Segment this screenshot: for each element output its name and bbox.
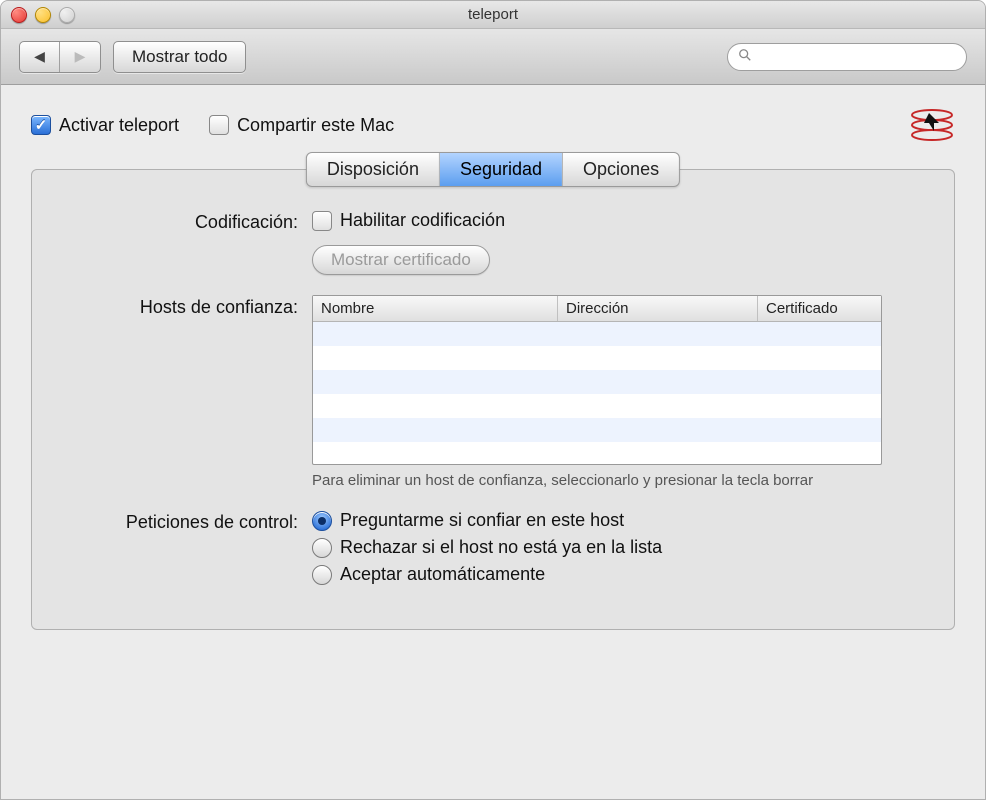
- radio-label: Preguntarme si confiar en este host: [340, 510, 624, 531]
- minimize-window-button[interactable]: [35, 7, 51, 23]
- trusted-hosts-row: Hosts de confianza: Nombre Dirección Cer…: [62, 295, 924, 491]
- radio-label: Aceptar automáticamente: [340, 564, 545, 585]
- trusted-hosts-label: Hosts de confianza:: [62, 295, 312, 318]
- search-field[interactable]: [727, 43, 967, 71]
- share-mac-label: Compartir este Mac: [237, 115, 394, 136]
- triangle-right-icon: ▶: [75, 48, 86, 65]
- back-button[interactable]: ◀: [20, 42, 60, 72]
- radio-reject-unknown[interactable]: Rechazar si el host no está ya en la lis…: [312, 537, 924, 558]
- radio-dot: [312, 538, 332, 558]
- nav-buttons: ◀ ▶: [19, 41, 101, 73]
- column-address[interactable]: Dirección: [558, 296, 758, 321]
- radio-dot: [312, 511, 332, 531]
- encoding-row: Codificación: Habilitar codificación Mos…: [62, 210, 924, 275]
- titlebar: teleport: [1, 1, 985, 29]
- activate-teleport-label: Activar teleport: [59, 115, 179, 136]
- table-row[interactable]: [313, 418, 881, 442]
- tab-label: Opciones: [583, 159, 659, 179]
- tab-security[interactable]: Seguridad: [440, 153, 563, 186]
- radio-ask-trust[interactable]: Preguntarme si confiar en este host: [312, 510, 924, 531]
- show-certificate-button[interactable]: Mostrar certificado: [312, 245, 490, 275]
- triangle-left-icon: ◀: [34, 48, 45, 65]
- show-certificate-label: Mostrar certificado: [331, 250, 471, 269]
- tab-options[interactable]: Opciones: [563, 153, 679, 186]
- search-icon: [738, 48, 752, 65]
- share-mac-checkbox[interactable]: Compartir este Mac: [209, 115, 394, 136]
- tab-panel: Disposición Seguridad Opciones Codificac…: [31, 169, 955, 630]
- top-options-row: Activar teleport Compartir este Mac: [31, 105, 955, 145]
- table-body: [313, 322, 881, 466]
- control-requests-radio-group: Preguntarme si confiar en este host Rech…: [312, 510, 924, 585]
- table-header: Nombre Dirección Certificado: [313, 296, 881, 322]
- radio-dot: [312, 565, 332, 585]
- table-row[interactable]: [313, 346, 881, 370]
- zoom-window-button[interactable]: [59, 7, 75, 23]
- table-row[interactable]: [313, 370, 881, 394]
- table-row[interactable]: [313, 442, 881, 466]
- column-certificate[interactable]: Certificado: [758, 296, 881, 321]
- show-all-button[interactable]: Mostrar todo: [113, 41, 246, 73]
- window-title: teleport: [468, 6, 518, 23]
- radio-label: Rechazar si el host no está ya en la lis…: [340, 537, 662, 558]
- show-all-label: Mostrar todo: [132, 47, 227, 66]
- enable-encoding-label: Habilitar codificación: [340, 210, 505, 231]
- activate-teleport-checkbox[interactable]: Activar teleport: [31, 115, 179, 136]
- search-input[interactable]: [756, 49, 956, 65]
- checkbox-box: [31, 115, 51, 135]
- preferences-window: teleport ◀ ▶ Mostrar todo Activar telepo…: [0, 0, 986, 800]
- checkbox-box: [312, 211, 332, 231]
- trusted-hosts-hint: Para eliminar un host de confianza, sele…: [312, 471, 882, 491]
- close-window-button[interactable]: [11, 7, 27, 23]
- tab-label: Disposición: [327, 159, 419, 179]
- radio-accept-auto[interactable]: Aceptar automáticamente: [312, 564, 924, 585]
- toolbar: ◀ ▶ Mostrar todo: [1, 29, 985, 85]
- tab-layout[interactable]: Disposición: [307, 153, 440, 186]
- content-area: Activar teleport Compartir este Mac Disp…: [1, 85, 985, 799]
- table-row[interactable]: [313, 322, 881, 346]
- encoding-label: Codificación:: [62, 210, 312, 233]
- forward-button[interactable]: ▶: [60, 42, 100, 72]
- tab-bar: Disposición Seguridad Opciones: [306, 152, 680, 187]
- window-controls: [11, 7, 75, 23]
- tab-label: Seguridad: [460, 159, 542, 179]
- trusted-hosts-table[interactable]: Nombre Dirección Certificado: [312, 295, 882, 465]
- table-row[interactable]: [313, 394, 881, 418]
- control-requests-row: Peticiones de control: Preguntarme si co…: [62, 510, 924, 585]
- checkbox-box: [209, 115, 229, 135]
- enable-encoding-checkbox[interactable]: Habilitar codificación: [312, 210, 505, 231]
- column-name[interactable]: Nombre: [313, 296, 558, 321]
- teleport-logo-icon: [909, 105, 955, 145]
- control-requests-label: Peticiones de control:: [62, 510, 312, 533]
